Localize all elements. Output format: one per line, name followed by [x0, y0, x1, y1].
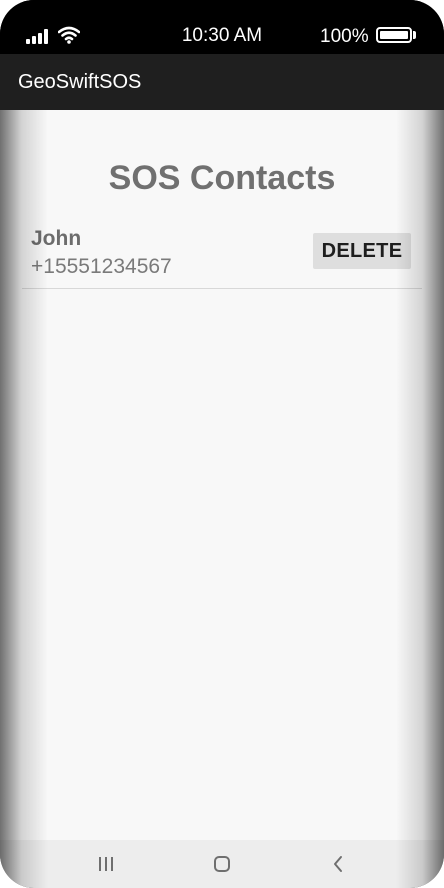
page-title: SOS Contacts: [108, 159, 336, 197]
contact-phone: +15551234567: [31, 255, 172, 278]
app-title: GeoSwiftSOS: [18, 71, 142, 93]
contact-name: John: [31, 227, 82, 250]
home-icon[interactable]: [202, 850, 242, 878]
delete-contact-button[interactable]: DELETE: [313, 233, 411, 269]
contact-row: John +15551234567 DELETE: [22, 222, 422, 289]
back-icon[interactable]: [318, 850, 358, 878]
battery-percent: 100%: [320, 26, 369, 47]
recent-apps-icon[interactable]: [86, 850, 126, 878]
battery-tip: [413, 31, 416, 39]
phone-frame: 10:30 AM 100% GeoSwiftSOS SOS Contacts J…: [0, 0, 444, 888]
battery-icon: [376, 27, 412, 43]
main-content: SOS Contacts John +15551234567 DELETE: [0, 110, 444, 840]
app-bar: GeoSwiftSOS: [0, 54, 444, 110]
status-bar: 10:30 AM 100%: [0, 0, 444, 54]
navigation-bar: [0, 840, 444, 888]
